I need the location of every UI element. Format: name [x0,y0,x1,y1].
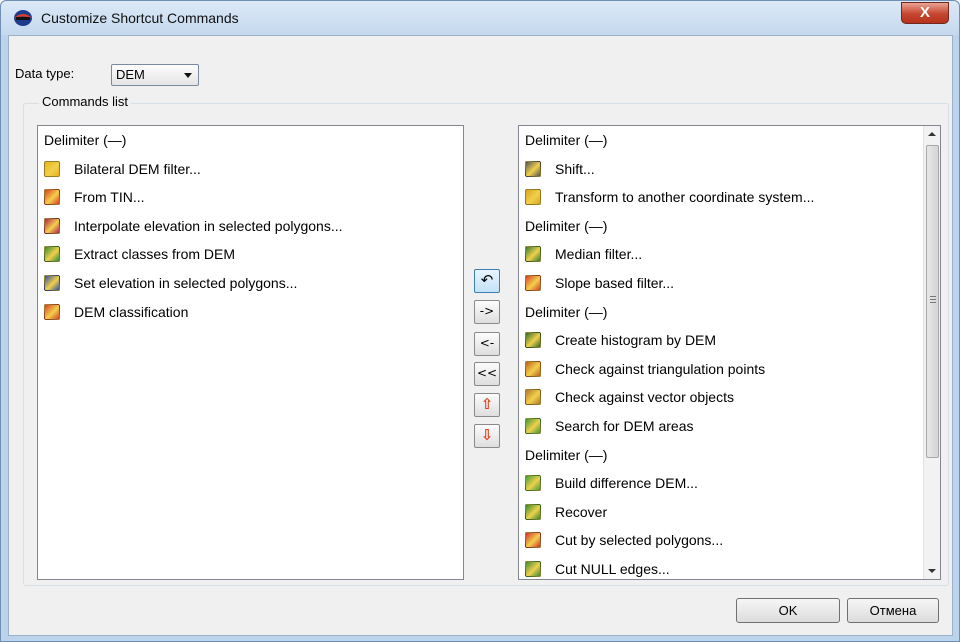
dialog-window: Customize Shortcut Commands X Data type:… [0,0,960,642]
window-title: Customize Shortcut Commands [41,10,239,26]
histogram-icon [525,332,541,349]
data-type-value: DEM [116,67,145,82]
list-item-label: Shift... [555,160,595,177]
data-type-select[interactable]: DEM [111,64,199,86]
move-down-button[interactable]: ⇩ [474,424,500,448]
difference-dem-icon [525,475,541,492]
list-item-label: Delimiter (—) [44,132,127,148]
list-item-label: Search for DEM areas [555,418,694,434]
list-item-label: Check against vector objects [555,389,734,406]
app-logo-icon [14,10,32,26]
available-commands-list[interactable]: Delimiter (—) Bilateral DEM filter... From… [37,125,464,580]
list-item-label: Delimiter (—) [525,217,608,234]
scroll-down-icon[interactable] [924,562,940,579]
recover-icon [525,503,541,520]
dialog-body: Data type: DEM Commands list Delimiter (… [8,35,953,636]
cut-null-icon [525,561,541,577]
close-button[interactable]: X [901,2,949,24]
remove-all-button[interactable]: << [474,362,500,386]
arrow-up-icon: ⇧ [480,395,494,413]
list-item-label: Set elevation in selected polygons... [74,275,298,291]
list-item-label: Transform to another coordinate system..… [555,189,815,206]
list-item-label: Interpolate elevation in selected polygo… [74,217,343,234]
list-item-label: Delimiter (—) [525,446,608,463]
set-elevation-icon [44,275,60,291]
extract-classes-icon [44,246,60,263]
remove-button[interactable]: <- [474,332,500,356]
add-button[interactable]: -> [474,300,500,324]
list-item-label: From TIN... [74,189,145,206]
vertical-scrollbar[interactable] [923,126,940,579]
list-item-label: Bilateral DEM filter... [74,160,201,177]
cancel-button[interactable]: Отмена [847,598,939,623]
cancel-label: Отмена [869,603,917,618]
slope-filter-icon [525,275,541,291]
undo-icon: ↶ [480,271,494,289]
list-item-label: Check against triangulation points [555,360,766,377]
title-bar: Customize Shortcut Commands X [1,1,959,35]
cut-polygons-icon [525,532,541,549]
scroll-up-icon[interactable] [924,126,940,143]
list-item-label: Delimiter (—) [525,132,608,148]
remove-all-label: << [476,366,498,380]
commands-list-title: Commands list [39,94,131,109]
ok-button[interactable]: OK [736,598,840,623]
list-item-label: Delimiter (—) [525,303,608,320]
list-item-label: DEM classification [74,303,189,320]
interpolate-icon [44,217,60,234]
data-type-label: Data type: [15,66,75,81]
list-item-label: Cut NULL edges... [555,561,670,577]
arrow-down-icon: ⇩ [480,426,494,444]
list-item-label: Slope based filter... [555,275,675,291]
close-icon: X [919,4,930,21]
ok-label: OK [778,603,798,618]
triangulation-check-icon [525,360,541,377]
move-up-button[interactable]: ⇧ [474,393,500,417]
search-areas-icon [525,418,541,434]
list-item-label: Recover [555,503,608,520]
list-item-label: Build difference DEM... [555,475,698,492]
remove-arrow-label: <- [479,336,495,350]
restore-button[interactable]: ↶ [474,269,500,293]
bilateral-filter-icon [44,160,60,177]
vector-check-icon [525,389,541,406]
scrollbar-thumb[interactable] [926,145,939,458]
shift-icon [525,160,541,177]
dem-classification-icon [44,303,60,320]
chevron-down-icon [184,73,192,78]
list-item-label: Extract classes from DEM [74,246,236,263]
list-item-label: Create histogram by DEM [555,332,717,349]
shortcut-commands-list[interactable]: Delimiter (—) Shift... Transform to anothe… [518,125,941,580]
add-arrow-label: -> [479,304,495,318]
grip-icon [930,296,936,303]
median-filter-icon [525,246,541,263]
transform-icon [525,189,541,206]
tin-icon [44,189,60,206]
list-item-label: Cut by selected polygons... [555,532,724,549]
list-item-label: Median filter... [555,246,643,263]
